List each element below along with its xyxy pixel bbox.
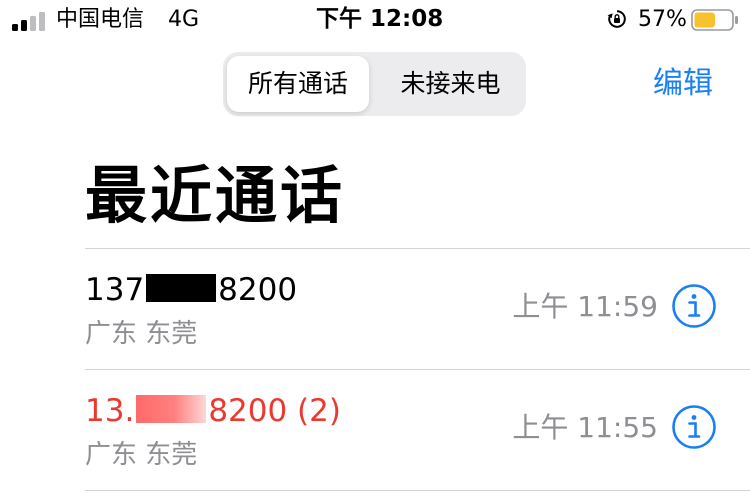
call-number-suffix: 8200 (2) (208, 393, 341, 429)
call-number-prefix: 137 (85, 272, 145, 308)
call-row[interactable]: 137 8200 广东 东莞 上午 11:59 (0, 249, 750, 369)
info-icon[interactable] (671, 283, 717, 329)
page-title: 最近通话 (85, 159, 346, 232)
call-number-prefix: 13. (85, 393, 135, 429)
signal-icon (12, 11, 48, 31)
call-row[interactable]: 13. 8200 (2) 广东 东莞 上午 11:55 (0, 370, 750, 490)
list-divider (85, 490, 750, 491)
call-location: 广东 东莞 (85, 319, 198, 349)
call-location: 广东 东莞 (85, 440, 198, 470)
segment-missed-calls[interactable]: 未接来电 (379, 56, 522, 112)
status-time: 下午 12:08 (316, 6, 444, 32)
call-number: 13. 8200 (2) (85, 388, 341, 434)
redaction-block (136, 395, 207, 423)
call-time: 上午 11:59 (512, 290, 658, 323)
status-bar: 中国电信 4G 下午 12:08 57% (0, 0, 750, 40)
call-number: 137 8200 (85, 267, 297, 313)
redaction-block (146, 274, 217, 302)
call-time: 上午 11:55 (512, 411, 658, 444)
battery-icon (691, 9, 739, 31)
edit-button[interactable]: 编辑 (643, 60, 723, 108)
info-icon[interactable] (671, 404, 717, 450)
carrier-name: 中国电信 (56, 7, 145, 32)
call-filter-segmented-control: 所有通话 未接来电 (223, 52, 526, 116)
segment-all-calls[interactable]: 所有通话 (227, 56, 369, 112)
orientation-lock-icon (607, 9, 627, 29)
battery-percent: 57% (638, 7, 687, 32)
network-type: 4G (168, 7, 200, 32)
call-number-suffix: 8200 (218, 272, 298, 308)
